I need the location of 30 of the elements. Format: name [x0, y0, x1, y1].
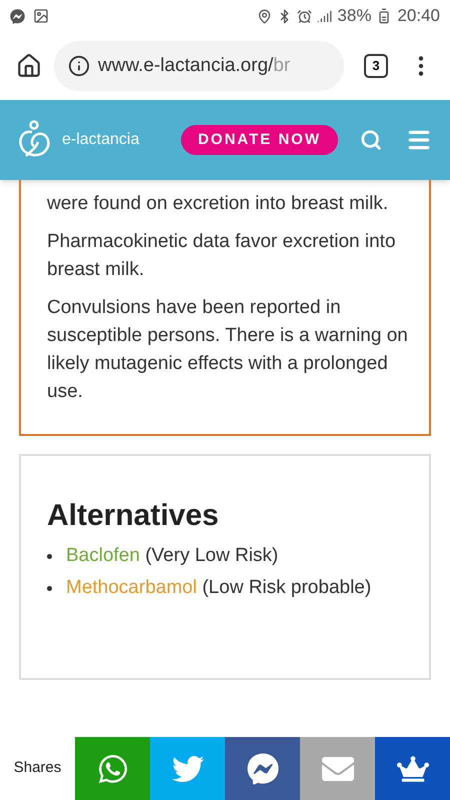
clock-time: 20:40: [397, 5, 440, 28]
location-icon: [257, 8, 272, 24]
messenger-icon: [10, 8, 25, 24]
shares-label: Shares: [12, 758, 62, 778]
messenger-icon: [246, 752, 278, 784]
info-icon[interactable]: [68, 55, 90, 77]
tab-count[interactable]: 3: [364, 54, 388, 78]
alternative-item: Methocarbamol (Low Risk probable): [66, 576, 372, 600]
site-name[interactable]: e-lactancia: [62, 128, 140, 152]
image-icon: [33, 8, 49, 24]
address-bar[interactable]: www.e-lactancia.org/br: [54, 41, 344, 91]
alternative-item: Baclofen (Very Low Risk): [66, 544, 278, 568]
bullet-icon: [47, 586, 52, 591]
share-button[interactable]: [75, 737, 150, 800]
alternatives-title: Alternatives: [47, 498, 220, 534]
donate-button[interactable]: DONATE NOW: [180, 125, 338, 155]
battery-percent: 38%: [337, 5, 372, 28]
summary-paragraph: Pharmacokinetic data favor excretion into breast milk.: [47, 230, 397, 282]
share-button[interactable]: [375, 737, 450, 800]
whatsapp-icon: [96, 752, 128, 784]
url-text: www.e-lactancia.org/br: [98, 54, 290, 78]
drug-link[interactable]: Baclofen: [66, 545, 140, 566]
drug-link[interactable]: Methocarbamol: [66, 577, 197, 598]
home-icon[interactable]: [16, 53, 42, 79]
alarm-icon: [297, 8, 312, 24]
summary-paragraph: were found on excretion into breast milk.: [47, 192, 390, 216]
bullet-icon: [47, 554, 52, 559]
signal-icon: [317, 8, 332, 24]
share-button[interactable]: [225, 737, 300, 800]
summary-paragraph: Convulsions have been reported in susceptible persons. There is a warning on likely mutagenic effects with a prolonged use.: [47, 296, 409, 404]
